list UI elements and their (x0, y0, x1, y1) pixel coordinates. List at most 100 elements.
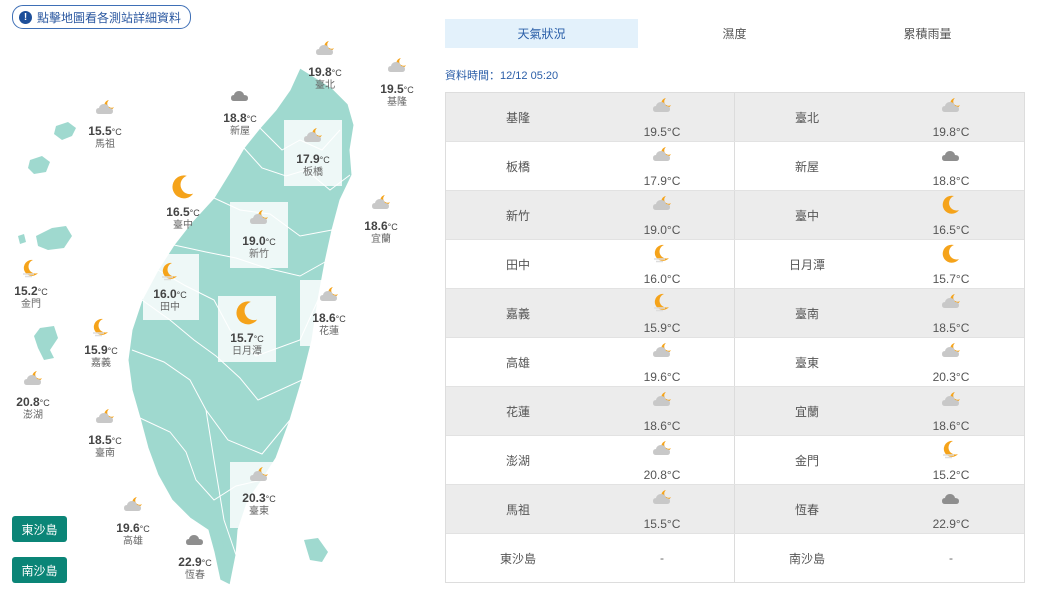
station-temp: 18.6°C (932, 419, 970, 433)
map-station-taitung[interactable]: 20.3°C 臺東 (224, 464, 294, 517)
station-name: 臺北 (315, 80, 335, 91)
cloudy-icon (205, 84, 275, 110)
partly-cloudy-night-icon (70, 97, 140, 123)
station-table: 基隆 19.5°C 臺北 19.8°C 板橋 17.9°C 新屋 18.8°C 新竹 19.0°C… (445, 92, 1025, 583)
map-station-taipei[interactable]: 19.8°C 臺北 (290, 38, 360, 91)
matsu-island-2 (28, 156, 50, 174)
station-temp: 15.2°C (932, 468, 970, 482)
kinmen-island-2 (18, 234, 26, 244)
map-station-yilan[interactable]: 18.6°C 宜蘭 (346, 192, 416, 245)
tab-rainfall[interactable]: 累積雨量 (831, 19, 1024, 48)
moon-cloud-icon (651, 242, 673, 269)
map-station-hualien[interactable]: 18.6°C 花蓮 (294, 284, 364, 337)
station-temp: 16.0°C (643, 272, 681, 286)
table-row: 田中 16.0°C 日月潭 15.7°C (446, 240, 1024, 289)
station-name: 板橋 (505, 159, 530, 174)
table-row: 新竹 19.0°C 臺中 16.5°C (446, 191, 1024, 240)
station-temp: 18.6°C (643, 419, 681, 433)
map-station-taichung[interactable]: 16.5°C 臺中 (148, 172, 218, 231)
station-temp: 19.5°C (380, 82, 414, 96)
station-name: 花蓮 (505, 404, 530, 419)
station-temp: 19.8°C (932, 125, 970, 139)
map-station-kaohsiung[interactable]: 19.6°C 高雄 (98, 494, 168, 547)
map-station-matsu[interactable]: 15.5°C 馬祖 (70, 97, 140, 150)
station-temp: 15.7°C (230, 331, 264, 345)
map-station-chiayi[interactable]: 15.9°C 嘉義 (66, 316, 136, 369)
update-time: 資料時間：12/12 05:20 (445, 70, 559, 82)
green-island (304, 538, 328, 562)
station-name: 臺中 (173, 220, 193, 231)
station-value: 19.8°C (879, 93, 1023, 141)
station-temp: 16.5°C (166, 205, 200, 219)
station-name: 日月潭 (232, 346, 262, 357)
station-name: 新竹 (249, 249, 269, 260)
station-name: 馬祖 (505, 502, 530, 517)
station-temp: 18.6°C (312, 311, 346, 325)
moon-cloud-icon (135, 260, 205, 286)
tab-humidity[interactable]: 濕度 (638, 19, 831, 48)
partly-cloudy-night-icon (294, 284, 364, 310)
station-name: 田中 (505, 257, 530, 272)
station-temp: 18.5°C (88, 433, 122, 447)
partly-cloudy-night-icon (940, 340, 962, 367)
station-temp: 19.0°C (643, 223, 681, 237)
station-name: 恆春 (185, 570, 205, 581)
map-station-keelung[interactable]: 19.5°C 基隆 (362, 55, 432, 108)
station-value: 18.5°C (879, 289, 1023, 337)
map-station-hengchun[interactable]: 22.9°C 恆春 (160, 528, 230, 581)
table-row: 馬祖 15.5°C 恆春 22.9°C (446, 485, 1024, 534)
station-temp: 18.5°C (932, 321, 970, 335)
station-value: - (590, 534, 734, 582)
station-temp: 19.6°C (116, 521, 150, 535)
partly-cloudy-night-icon (651, 487, 673, 514)
map-station-tainan[interactable]: 18.5°C 臺南 (70, 406, 140, 459)
station-value: 18.6°C (590, 387, 734, 435)
station-temp: 15.9°C (643, 321, 681, 335)
partly-cloudy-night-icon (346, 192, 416, 218)
station-value: 19.0°C (590, 191, 734, 239)
map-hint-text: 點擊地圖看各測站詳細資料 (37, 10, 182, 25)
station-name: 臺北 (794, 110, 819, 125)
station-temp: 19.5°C (643, 125, 681, 139)
station-temp: - (660, 551, 664, 565)
table-row: 基隆 19.5°C 臺北 19.8°C (446, 93, 1024, 142)
moon-icon (148, 172, 218, 204)
partly-cloudy-night-icon (70, 406, 140, 432)
station-value: 15.2°C (879, 436, 1023, 484)
station-value: - (879, 534, 1023, 582)
partly-cloudy-night-icon (651, 438, 673, 465)
station-value: 16.5°C (879, 191, 1023, 239)
station-name: 宜蘭 (794, 404, 819, 419)
map-station-tianzhong[interactable]: 16.0°C 田中 (135, 260, 205, 313)
station-name: 日月潭 (788, 257, 825, 272)
station-name: 高雄 (123, 536, 143, 547)
station-temp: 18.8°C (223, 111, 257, 125)
partly-cloudy-night-icon (940, 389, 962, 416)
station-name: 宜蘭 (371, 234, 391, 245)
table-row: 板橋 17.9°C 新屋 18.8°C (446, 142, 1024, 191)
station-temp: 19.6°C (643, 370, 681, 384)
station-name: 臺東 (249, 506, 269, 517)
station-name: 基隆 (387, 97, 407, 108)
table-row: 花蓮 18.6°C 宜蘭 18.6°C (446, 387, 1024, 436)
map-station-riyuetan[interactable]: 15.7°C 日月潭 (212, 298, 282, 357)
map-station-hsinchu[interactable]: 19.0°C 新竹 (224, 207, 294, 260)
nansha-button[interactable]: 南沙島 (12, 557, 67, 583)
map-station-xinwu[interactable]: 18.8°C 新屋 (205, 84, 275, 137)
map-station-banqiao[interactable]: 17.9°C 板橋 (278, 125, 348, 178)
map-station-penghu[interactable]: 20.8°C 澎湖 (0, 368, 68, 421)
partly-cloudy-night-icon (224, 464, 294, 490)
dongsha-button[interactable]: 東沙島 (12, 516, 67, 542)
station-value: 17.9°C (590, 142, 734, 190)
partly-cloudy-night-icon (651, 95, 673, 122)
station-name: 田中 (160, 302, 180, 313)
station-name: 南沙島 (788, 551, 825, 566)
moon-icon (940, 242, 962, 269)
station-value: 18.6°C (879, 387, 1023, 435)
station-name: 新竹 (505, 208, 530, 223)
partly-cloudy-night-icon (651, 389, 673, 416)
map-station-kinmen[interactable]: 15.2°C 金門 (0, 257, 66, 310)
cloudy-icon (940, 144, 962, 171)
tab-weather[interactable]: 天氣狀況 (445, 19, 638, 48)
tab-bar: 天氣狀況 濕度 累積雨量 (445, 19, 1025, 48)
